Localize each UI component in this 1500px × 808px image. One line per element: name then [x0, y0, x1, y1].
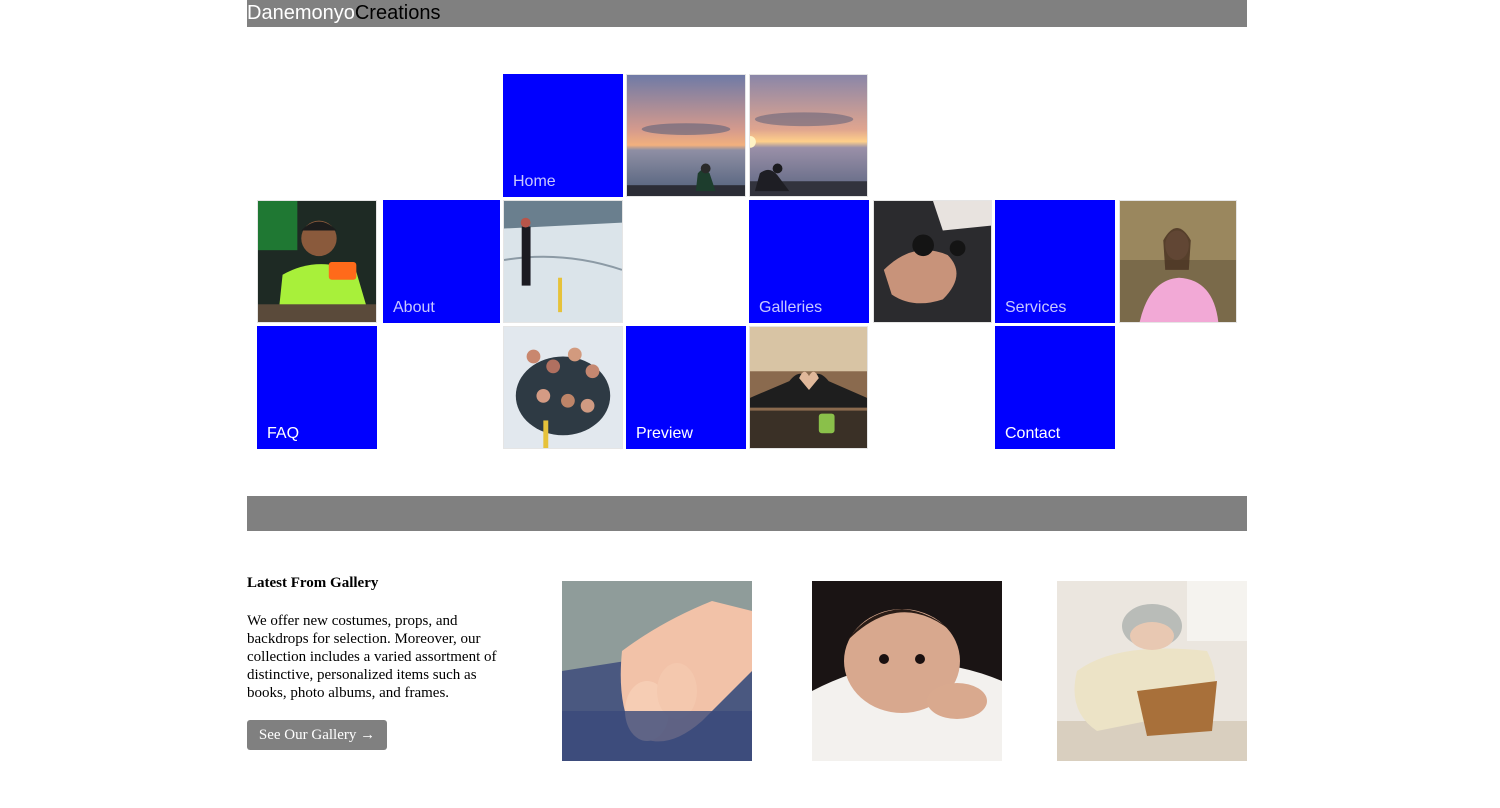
heart-hands-photo	[749, 326, 868, 449]
newborn-face-photo[interactable]	[812, 581, 1002, 761]
woman-pink-dress-photo	[1119, 200, 1237, 323]
nav-tile-contact[interactable]: Contact	[995, 326, 1115, 449]
nav-tile-galleries[interactable]: Galleries	[749, 200, 869, 323]
ice-swim-group-photo	[503, 326, 623, 449]
nav-label-preview: Preview	[636, 425, 693, 442]
nav-label-about: About	[393, 299, 435, 316]
man-with-mug-photo	[257, 200, 377, 323]
nav-label-contact: Contact	[1005, 425, 1061, 442]
see-gallery-button[interactable]: See Our Gallery →	[247, 720, 387, 750]
holding-hands-photo	[873, 200, 992, 323]
sunset-person-photo	[749, 74, 868, 197]
section-divider-band	[247, 496, 1247, 531]
baby-in-basket-photo[interactable]	[1057, 581, 1247, 761]
nav-tile-about[interactable]: About	[383, 200, 500, 323]
latest-gallery-title: Latest From Gallery	[247, 575, 379, 591]
site-logo[interactable]: DanemonyoCreations	[247, 2, 440, 24]
nav-tile-preview[interactable]: Preview	[626, 326, 746, 449]
nav-label-services: Services	[1005, 299, 1067, 316]
site-header: DanemonyoCreations	[247, 0, 1247, 27]
person-on-ice-photo	[503, 200, 623, 323]
nav-tile-home[interactable]: Home	[503, 74, 623, 197]
baby-feet-photo[interactable]	[562, 581, 752, 761]
nav-label-galleries: Galleries	[759, 299, 823, 316]
nav-tile-faq[interactable]: FAQ	[257, 326, 377, 449]
nav-label-faq: FAQ	[267, 425, 300, 442]
nav-tile-services[interactable]: Services	[995, 200, 1115, 323]
latest-gallery-description: We offer new costumes, props, and backdr…	[247, 613, 497, 701]
sunset-person-photo	[626, 74, 746, 197]
nav-label-home: Home	[513, 173, 556, 190]
